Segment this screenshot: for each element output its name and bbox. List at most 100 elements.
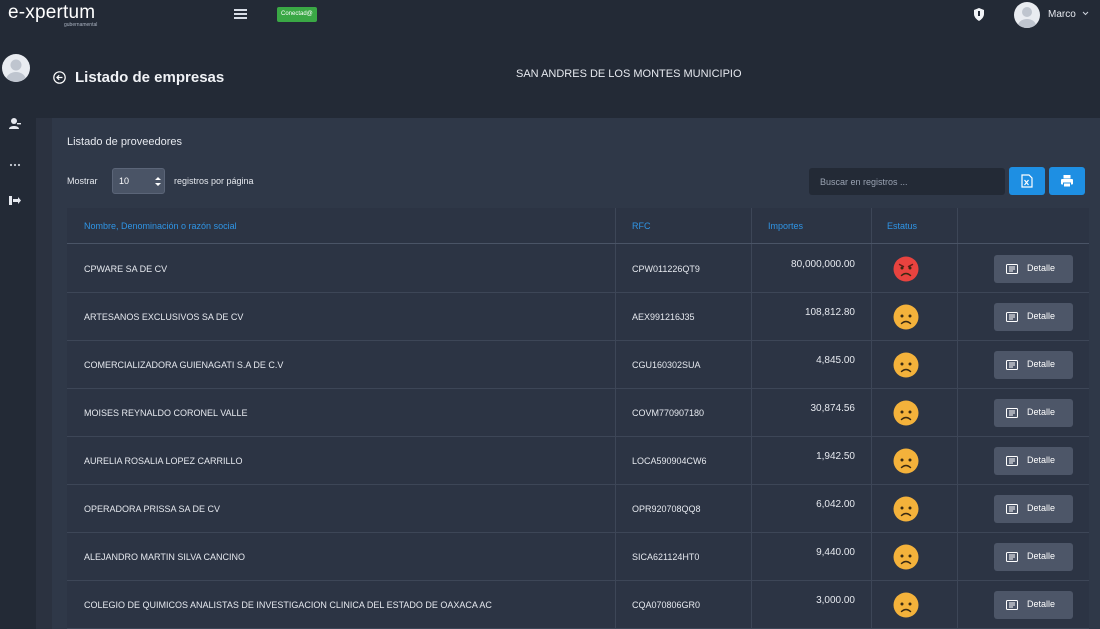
export-excel-button[interactable]: [1009, 167, 1045, 195]
document-icon: [1006, 600, 1018, 610]
top-bar: e-xpertum gubernamental Conectad@ Marco: [0, 0, 1100, 38]
table-header: Nombre, Denominación o razón social RFC …: [67, 208, 1089, 244]
user-silhouette-icon: [1018, 7, 1036, 28]
supplier-name: COLEGIO DE QUIMICOS ANALISTAS DE INVESTI…: [84, 600, 492, 610]
supplier-amount: 6,042.00: [816, 499, 855, 510]
detail-button-label: Detalle: [1027, 311, 1056, 321]
hamburger-menu-icon[interactable]: [234, 9, 247, 21]
detail-button[interactable]: Detalle: [994, 447, 1073, 475]
angry-face-icon: [893, 256, 919, 282]
table-row: OPERADORA PRISSA SA DE CV OPR920708QQ8 6,0…: [67, 485, 1089, 533]
printer-icon: [1061, 175, 1073, 188]
user-avatar[interactable]: [1014, 2, 1040, 28]
document-icon: [1006, 552, 1018, 562]
detail-button[interactable]: Detalle: [994, 495, 1073, 523]
column-header-rfc[interactable]: RFC: [632, 221, 651, 231]
detail-button[interactable]: Detalle: [994, 543, 1073, 571]
supplier-rfc: CQA070806GR0: [632, 600, 701, 610]
table-row: COMERCIALIZADORA GUIENAGATI S.A DE C.V CG…: [67, 341, 1089, 389]
panel-title: Listado de proveedores: [67, 136, 182, 148]
select-arrows-icon: [155, 177, 161, 186]
supplier-amount: 4,845.00: [816, 355, 855, 366]
search-input[interactable]: [809, 168, 1005, 195]
detail-button-label: Detalle: [1027, 551, 1056, 561]
table-row: COLEGIO DE QUIMICOS ANALISTAS DE INVESTI…: [67, 581, 1089, 629]
detail-button-label: Detalle: [1027, 359, 1056, 369]
table-row: ALEJANDRO MARTIN SILVA CANCINO SICA621124…: [67, 533, 1089, 581]
table-row: AURELIA ROSALIA LOPEZ CARRILLO LOCA590904…: [67, 437, 1089, 485]
sad-face-icon: [893, 352, 919, 378]
chevron-down-icon[interactable]: [1082, 10, 1089, 17]
supplier-name: MOISES REYNALDO CORONEL VALLE: [84, 408, 248, 418]
supplier-rfc: CGU160302SUA: [632, 360, 701, 370]
supplier-name: CPWARE SA DE CV: [84, 264, 168, 274]
detail-button[interactable]: Detalle: [994, 255, 1073, 283]
user-name[interactable]: Marco: [1048, 9, 1076, 20]
sidebar: [0, 38, 36, 629]
sad-face-icon: [893, 400, 919, 426]
print-button[interactable]: [1049, 167, 1085, 195]
table-row: MOISES REYNALDO CORONEL VALLE COVM7709071…: [67, 389, 1089, 437]
users-icon[interactable]: [8, 117, 22, 131]
document-icon: [1006, 312, 1018, 322]
sad-face-icon: [893, 448, 919, 474]
column-header-status[interactable]: Estatus: [887, 221, 917, 231]
brand-name: e-xpertum: [8, 2, 96, 23]
logout-icon[interactable]: [8, 193, 22, 207]
supplier-amount: 108,812.80: [804, 307, 855, 318]
per-page-label: registros por página: [174, 176, 254, 186]
sad-face-icon: [893, 592, 919, 618]
municipality-name: SAN ANDRES DE LOS MONTES MUNICIPIO: [516, 68, 742, 80]
page-size-value: 10: [119, 176, 130, 186]
user-silhouette-icon: [6, 59, 26, 82]
supplier-name: COMERCIALIZADORA GUIENAGATI S.A DE C.V: [84, 360, 284, 370]
suppliers-table: Nombre, Denominación o razón social RFC …: [67, 208, 1089, 629]
supplier-amount: 1,942.50: [816, 451, 855, 462]
supplier-rfc: AEX991216J35: [632, 312, 695, 322]
supplier-rfc: COVM770907180: [632, 408, 705, 418]
sad-face-icon: [893, 496, 919, 522]
sad-face-icon: [893, 544, 919, 570]
detail-button-label: Detalle: [1027, 455, 1056, 465]
supplier-amount: 30,874.56: [810, 403, 856, 414]
column-header-amount[interactable]: Importes: [768, 221, 803, 231]
table-row: CPWARE SA DE CV CPW011226QT9 80,000,000.00…: [67, 245, 1089, 293]
brand-subtitle: gubernamental: [64, 22, 98, 28]
supplier-name: ARTESANOS EXCLUSIVOS SA DE CV: [84, 312, 244, 322]
supplier-amount: 3,000.00: [816, 595, 855, 606]
detail-button-label: Detalle: [1027, 407, 1056, 417]
back-arrow-icon[interactable]: [53, 71, 66, 84]
detail-button-label: Detalle: [1027, 503, 1056, 513]
brand-logo[interactable]: e-xpertum gubernamental: [8, 2, 97, 29]
sad-face-icon: [893, 304, 919, 330]
detail-button[interactable]: Detalle: [994, 591, 1073, 619]
sidebar-avatar[interactable]: [2, 54, 30, 82]
document-icon: [1006, 264, 1018, 274]
page-title: Listado de empresas: [75, 69, 225, 86]
supplier-amount: 80,000,000.00: [791, 259, 855, 270]
document-icon: [1006, 504, 1018, 514]
status-badge: Conectad@: [277, 7, 317, 22]
suppliers-panel: Listado de proveedores Mostrar 10 regist…: [52, 118, 1100, 629]
supplier-name: AURELIA ROSALIA LOPEZ CARRILLO: [84, 456, 243, 466]
detail-button[interactable]: Detalle: [994, 399, 1073, 427]
document-icon: [1006, 360, 1018, 370]
document-icon: [1006, 456, 1018, 466]
detail-button-label: Detalle: [1027, 599, 1056, 609]
document-icon: [1006, 408, 1018, 418]
detail-button[interactable]: Detalle: [994, 303, 1073, 331]
detail-button-label: Detalle: [1027, 263, 1056, 273]
supplier-name: OPERADORA PRISSA SA DE CV: [84, 504, 221, 514]
page-size-select[interactable]: 10: [112, 168, 165, 194]
supplier-rfc: LOCA590904CW6: [632, 456, 707, 466]
show-label: Mostrar: [67, 176, 98, 186]
shield-icon[interactable]: [974, 8, 984, 21]
supplier-amount: 9,440.00: [816, 547, 855, 558]
supplier-name: ALEJANDRO MARTIN SILVA CANCINO: [84, 552, 246, 562]
more-dots-icon[interactable]: [8, 158, 22, 172]
table-row: ARTESANOS EXCLUSIVOS SA DE CV AEX991216J3…: [67, 293, 1089, 341]
excel-icon: [1021, 174, 1033, 188]
supplier-rfc: OPR920708QQ8: [632, 504, 701, 514]
detail-button[interactable]: Detalle: [994, 351, 1073, 379]
column-header-name[interactable]: Nombre, Denominación o razón social: [84, 221, 237, 231]
